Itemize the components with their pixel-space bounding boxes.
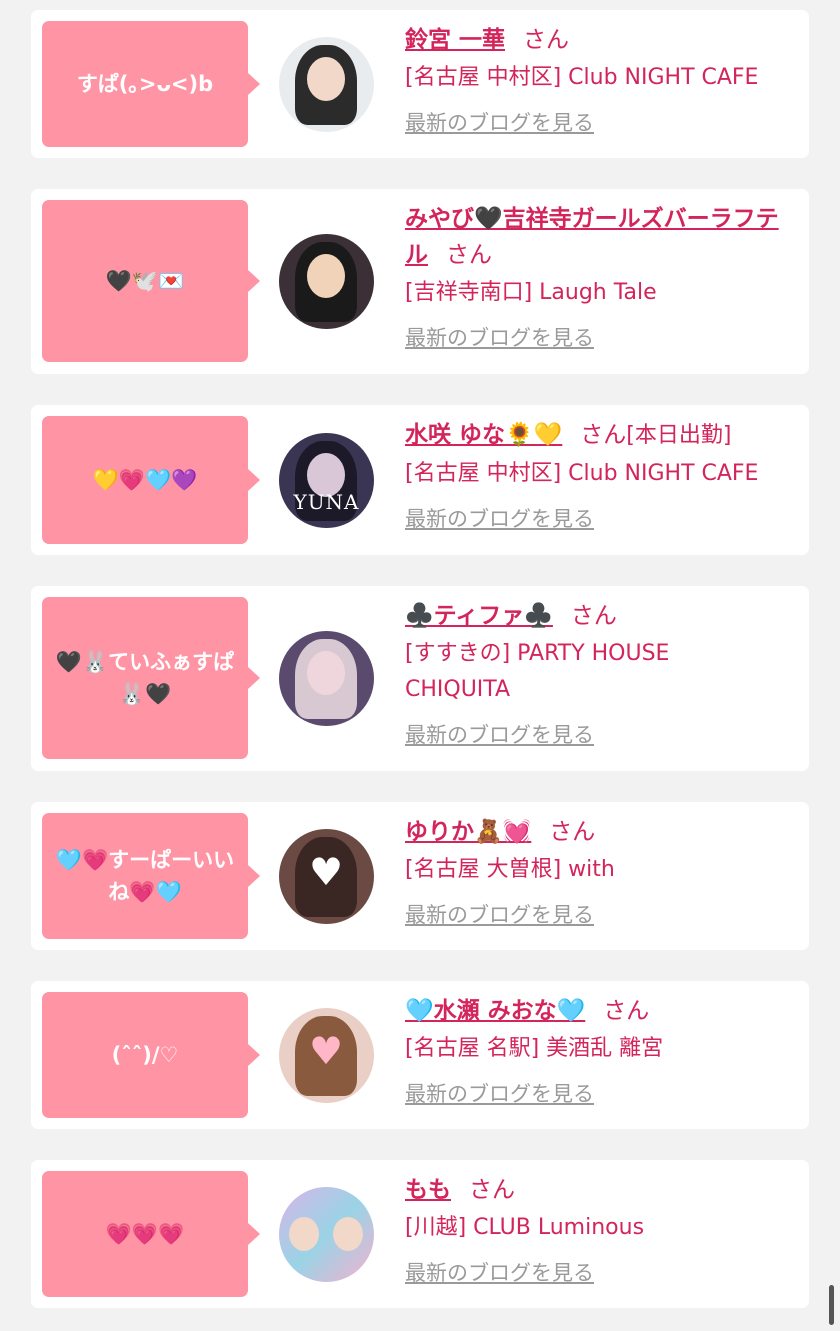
latest-blog-link[interactable]: 最新のブログを見る xyxy=(405,504,594,534)
avatar-overlay-text: YUNA xyxy=(293,490,360,514)
member-card: 🩵💗すーぱーいいね💗🩵 ♥ ゆりか🧸💓 さん [名古屋 大曽根] with 最新の… xyxy=(31,802,809,950)
member-info: ゆりか🧸💓 さん [名古屋 大曽根] with 最新のブログを見る xyxy=(405,814,795,930)
member-info: みやび🖤吉祥寺ガールズバーラフテル さん [吉祥寺南口] Laugh Tale 最… xyxy=(405,201,795,353)
heart-sticker-icon: ♥ xyxy=(309,1029,344,1073)
shop-name: [吉祥寺南口] Laugh Tale xyxy=(405,280,657,305)
member-card: 💗💗💗 もも さん [川越] CLUB Luminous 最新のブログを見る xyxy=(31,1160,809,1308)
member-info: もも さん [川越] CLUB Luminous 最新のブログを見る xyxy=(405,1172,795,1288)
avatar[interactable]: ♥ xyxy=(279,829,374,924)
honorific: さん xyxy=(580,422,627,448)
member-card: 💛💗🩵💜 YUNA 水咲 ゆな🌻💛 さん[本日出勤] [名古屋 中村区] Club… xyxy=(31,405,809,555)
comment-text: 🖤🐰ていふぁすぱ🐰🖤 xyxy=(55,650,235,706)
shop-name: [名古屋 大曽根] with xyxy=(405,857,615,882)
latest-blog-link[interactable]: 最新のブログを見る xyxy=(405,720,594,750)
avatar[interactable] xyxy=(279,631,374,726)
latest-blog-link[interactable]: 最新のブログを見る xyxy=(405,1258,594,1288)
comment-text: すぱ(｡>ᴗ<)b xyxy=(76,72,214,96)
member-card: 🖤🕊️💌 みやび🖤吉祥寺ガールズバーラフテル さん [吉祥寺南口] Laugh T… xyxy=(31,189,809,374)
member-card: すぱ(｡>ᴗ<)b 鈴宮 一華 さん [名古屋 中村区] Club NIGHT C… xyxy=(31,10,809,158)
avatar[interactable]: ♥ xyxy=(279,1008,374,1103)
name-line: 水咲 ゆな🌻💛 さん[本日出勤] xyxy=(405,417,795,454)
honorific: さん xyxy=(570,603,617,629)
avatar[interactable] xyxy=(279,37,374,132)
comment-text: 🖤🕊️💌 xyxy=(105,269,185,293)
latest-blog-link[interactable]: 最新のブログを見る xyxy=(405,323,594,353)
member-info: 水咲 ゆな🌻💛 さん[本日出勤] [名古屋 中村区] Club NIGHT CAF… xyxy=(405,417,795,534)
honorific: さん xyxy=(523,27,570,53)
shop-name: [名古屋 中村区] Club NIGHT CAFE xyxy=(405,65,759,90)
comment-bubble: 💗💗💗 xyxy=(42,1171,260,1297)
comment-text: (ˆˆ)/♡ xyxy=(111,1043,179,1067)
work-status: [本日出勤] xyxy=(626,423,732,448)
comment-text: 🩵💗すーぱーいいね💗🩵 xyxy=(55,848,235,904)
name-line: ♣️ティファ♣️ さん xyxy=(405,598,795,634)
latest-blog-link[interactable]: 最新のブログを見る xyxy=(405,108,594,138)
comment-bubble: 🖤🐰ていふぁすぱ🐰🖤 xyxy=(42,597,260,759)
comment-text: 💛💗🩵💜 xyxy=(92,468,198,492)
member-name-link[interactable]: ゆりか🧸💓 xyxy=(405,819,531,845)
scrollbar[interactable] xyxy=(829,1285,834,1325)
face-shape xyxy=(307,254,345,298)
member-name-link[interactable]: 水咲 ゆな🌻💛 xyxy=(405,422,562,448)
name-line: みやび🖤吉祥寺ガールズバーラフテル さん xyxy=(405,201,795,273)
face-shape xyxy=(307,651,345,695)
member-card: (ˆˆ)/♡ ♥ 🩵水瀬 みおな🩵 さん [名古屋 名駅] 美酒乱 離宮 最新のブ… xyxy=(31,981,809,1129)
heart-sticker-icon: ♥ xyxy=(309,850,344,894)
comment-bubble: (ˆˆ)/♡ xyxy=(42,992,260,1118)
member-info: 鈴宮 一華 さん [名古屋 中村区] Club NIGHT CAFE 最新のブログ… xyxy=(405,22,795,138)
honorific: さん xyxy=(446,242,492,268)
face-shape xyxy=(333,1217,363,1251)
latest-blog-link[interactable]: 最新のブログを見る xyxy=(405,900,594,930)
name-line: 🩵水瀬 みおな🩵 さん xyxy=(405,993,795,1029)
comment-bubble: 🩵💗すーぱーいいね💗🩵 xyxy=(42,813,260,939)
avatar[interactable] xyxy=(279,1187,374,1282)
comment-bubble: 💛💗🩵💜 xyxy=(42,416,260,544)
comment-bubble: すぱ(｡>ᴗ<)b xyxy=(42,21,260,147)
honorific: さん xyxy=(549,819,596,845)
honorific: さん xyxy=(603,998,650,1024)
shop-name: [すすきの] PARTY HOUSE CHIQUITA xyxy=(405,641,670,702)
shop-name: [川越] CLUB Luminous xyxy=(405,1215,645,1240)
member-name-link[interactable]: ♣️ティファ♣️ xyxy=(405,603,553,629)
member-name-link[interactable]: もも xyxy=(405,1177,451,1203)
shop-name: [名古屋 中村区] Club NIGHT CAFE xyxy=(405,461,759,486)
face-shape xyxy=(289,1217,319,1251)
shop-name: [名古屋 名駅] 美酒乱 離宮 xyxy=(405,1036,664,1061)
avatar[interactable] xyxy=(279,234,374,329)
member-name-link[interactable]: 鈴宮 一華 xyxy=(405,27,505,53)
comment-bubble: 🖤🕊️💌 xyxy=(42,200,260,362)
comment-text: 💗💗💗 xyxy=(105,1222,185,1246)
member-info: ♣️ティファ♣️ さん [すすきの] PARTY HOUSE CHIQUITA 最… xyxy=(405,598,795,750)
member-card: 🖤🐰ていふぁすぱ🐰🖤 ♣️ティファ♣️ さん [すすきの] PARTY HOUSE… xyxy=(31,586,809,771)
face-shape xyxy=(307,57,345,101)
avatar[interactable]: YUNA xyxy=(279,433,374,528)
member-name-link[interactable]: 🩵水瀬 みおな🩵 xyxy=(405,998,585,1024)
member-info: 🩵水瀬 みおな🩵 さん [名古屋 名駅] 美酒乱 離宮 最新のブログを見る xyxy=(405,993,795,1109)
name-line: 鈴宮 一華 さん xyxy=(405,22,795,58)
name-line: ゆりか🧸💓 さん xyxy=(405,814,795,850)
name-line: もも さん xyxy=(405,1172,795,1208)
latest-blog-link[interactable]: 最新のブログを見る xyxy=(405,1079,594,1109)
honorific: さん xyxy=(469,1177,515,1203)
